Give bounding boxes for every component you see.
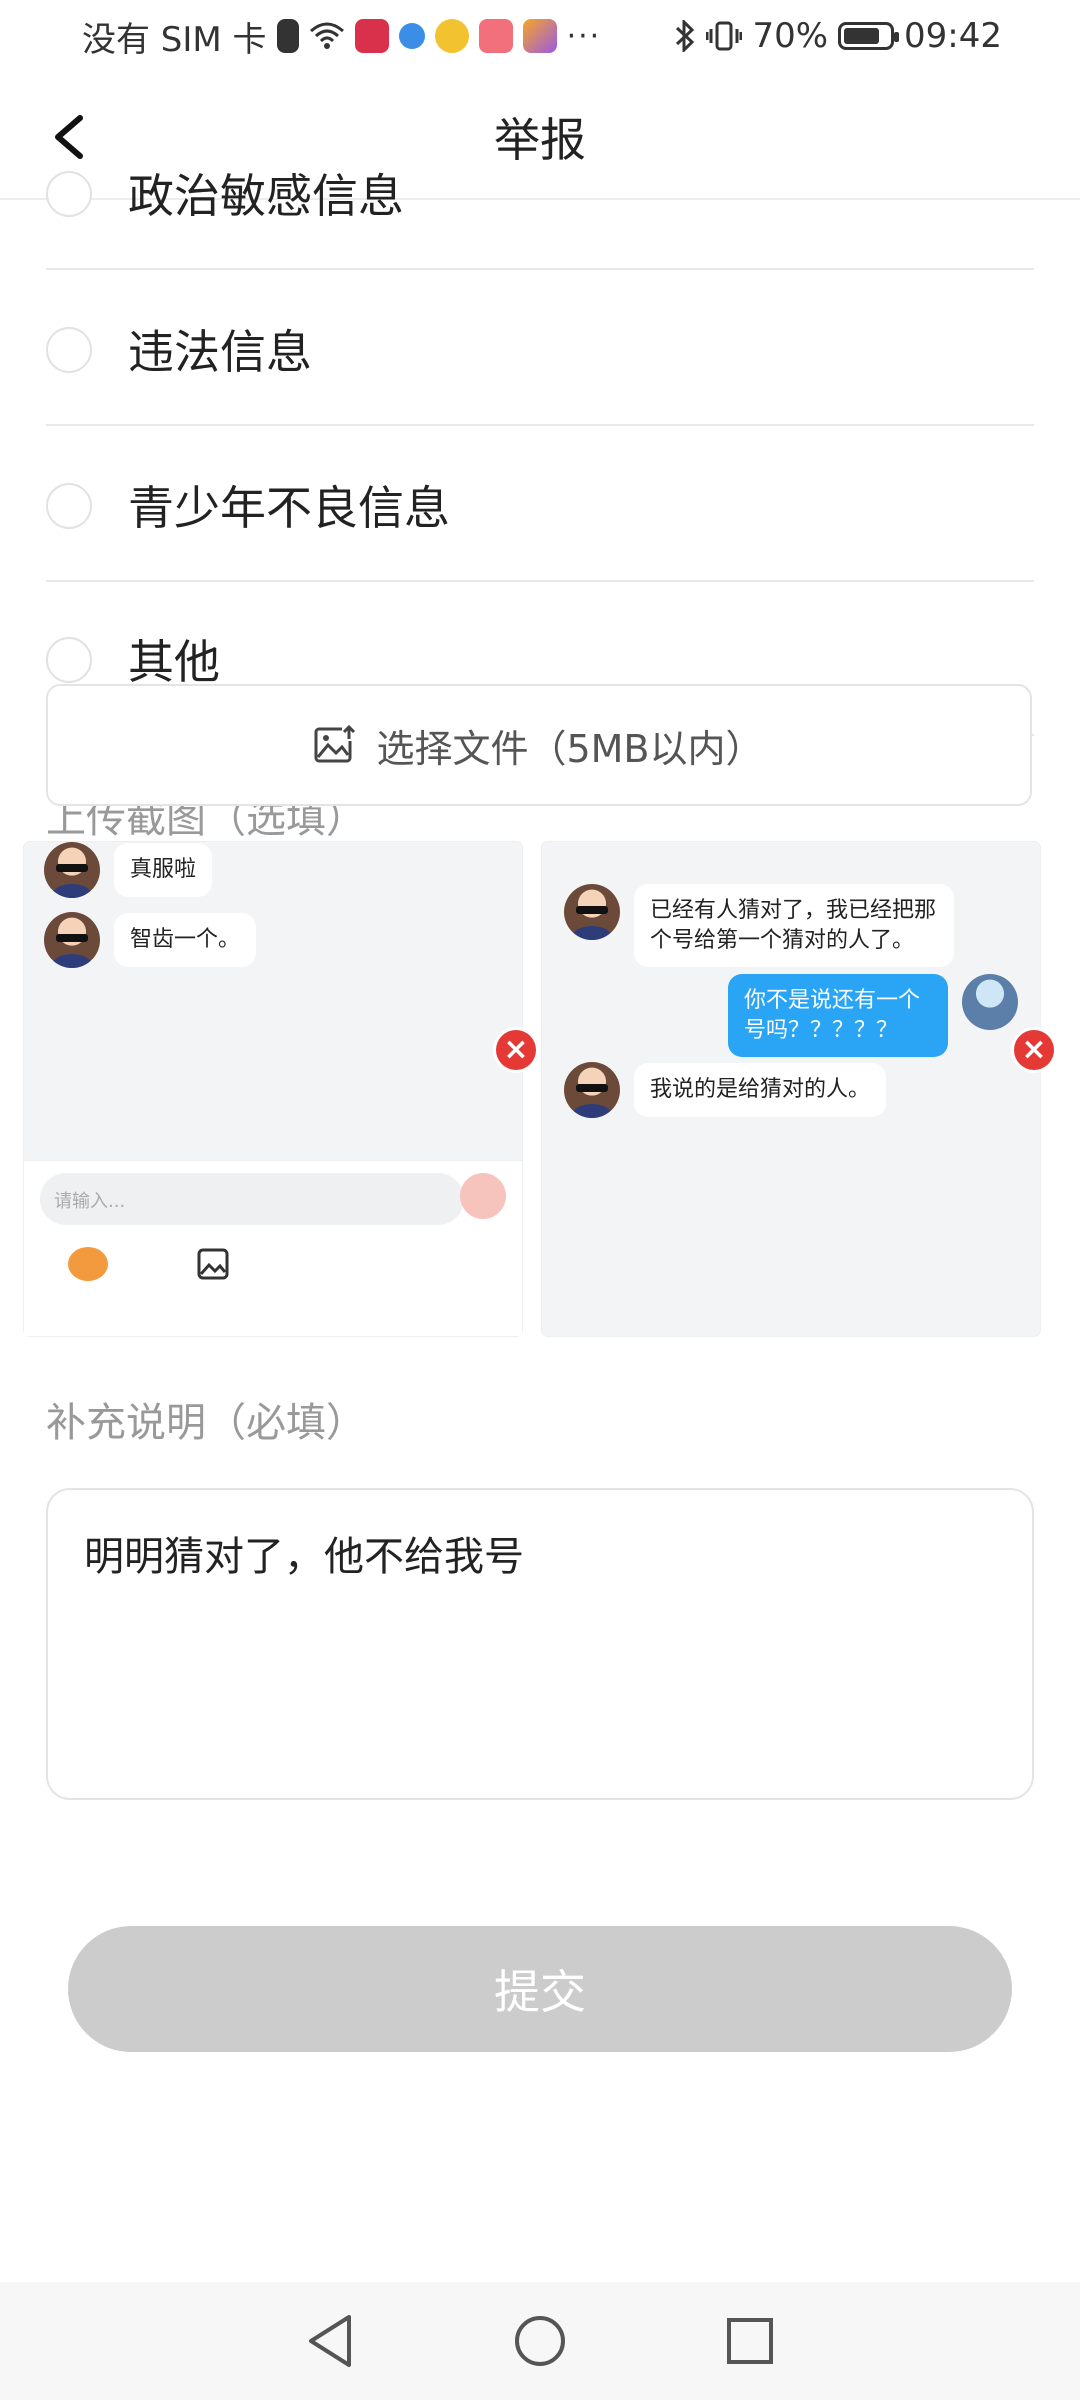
radio-button[interactable] [46,327,92,373]
sim-alert-icon [276,19,299,53]
status-left: 没有 SIM 卡 ··· [82,12,601,61]
clock-text: 09:42 [904,16,1002,56]
system-nav-bar [0,2282,1080,2400]
avatar [564,1062,620,1118]
carrier-text: 没有 SIM 卡 [82,19,267,60]
send-icon [460,1173,506,1219]
battery-percent: 70% [752,16,829,56]
radio-button[interactable] [46,171,92,217]
option-illegal[interactable]: 违法信息 [46,272,1034,426]
radio-button[interactable] [46,637,92,683]
screenshot-thumbnail-2[interactable]: 已经有人猜对了，我已经把那个号给第一个猜对的人了。 你不是说还有一个号吗？？？？… [542,842,1040,1336]
emoji-icon [68,1247,108,1281]
message-bubble: 真服啦 [114,843,213,897]
chat-message-self: 你不是说还有一个号吗？？？？？ [728,974,1018,1058]
message-bubble: 我说的是给猜对的人。 [634,1063,887,1117]
submit-button[interactable]: 提交 [68,1926,1012,2052]
reader-app-icon [354,19,389,53]
weibo-app-icon [434,19,469,53]
battery-icon [838,22,900,50]
option-label: 其他 [128,635,220,689]
option-label: 青少年不良信息 [128,481,450,535]
bluetooth-icon [676,20,695,52]
remove-screenshot-2-button[interactable]: × [1014,1030,1054,1070]
chat-message: 我说的是给猜对的人。 [564,1062,887,1118]
browser-app-icon [398,23,425,49]
option-label: 违法信息 [128,325,312,379]
description-label: 补充说明（必填） [46,1400,366,1446]
remove-screenshot-1-button[interactable]: × [496,1030,536,1070]
choose-file-label: 选择文件（5MB以内） [376,726,764,771]
avatar [564,884,620,940]
chat-message: 智齿一个。 [44,912,257,968]
wifi-icon [309,22,344,49]
message-bubble-self: 你不是说还有一个号吗？？？？？ [728,974,948,1058]
status-right: 70% 09:42 [674,16,1002,56]
avatar [44,912,100,968]
image-icon [197,1248,229,1280]
radio-button[interactable] [46,483,92,529]
choose-file-button[interactable]: 选择文件（5MB以内） [46,684,1032,806]
shopping-app-icon [478,19,513,53]
option-political[interactable]: 政治敏感信息 [46,116,1034,270]
chat-message: 真服啦 [44,842,213,898]
triangle-back-icon [309,2315,351,2367]
message-bubble: 已经有人猜对了，我已经把那个号给第一个猜对的人了。 [634,884,954,968]
avatar [962,974,1018,1030]
screenshot-input-area: 请输入... [24,1160,522,1336]
vibrate-icon [706,21,743,51]
more-notifications-icon: ··· [566,18,602,54]
status-bar: 没有 SIM 卡 ··· 70% 09:42 [0,0,1080,72]
mini-input: 请输入... [40,1173,464,1225]
nav-back-button[interactable] [300,2311,360,2371]
avatar [44,842,100,898]
message-bubble: 智齿一个。 [114,913,257,967]
description-textarea[interactable]: 明明猜对了，他不给我号 [46,1488,1034,1800]
option-label: 政治敏感信息 [128,169,404,223]
option-minors[interactable]: 青少年不良信息 [46,428,1034,582]
square-recents-icon [727,2318,773,2364]
circle-home-icon [515,2316,565,2366]
image-upload-icon [314,725,357,763]
gallery-app-icon [522,19,557,53]
chat-message: 已经有人猜对了，我已经把那个号给第一个猜对的人了。 [564,884,954,968]
nav-recents-button[interactable] [720,2311,780,2371]
screen: 没有 SIM 卡 ··· 70% 09:42 举报 政治敏感信息 违法信息 青少… [0,0,1080,2400]
nav-home-button[interactable] [510,2311,570,2371]
